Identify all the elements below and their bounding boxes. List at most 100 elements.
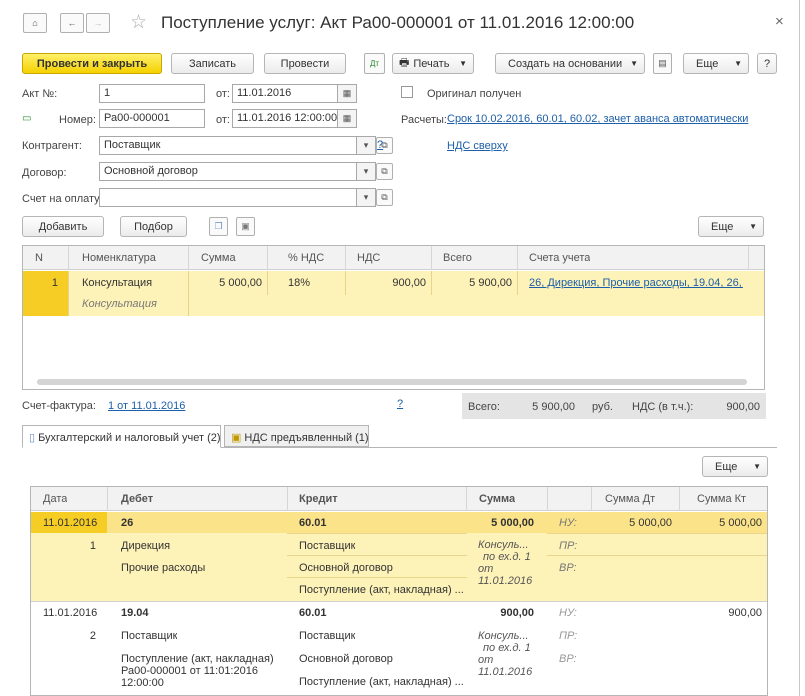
- col-header-sum: Сумма: [479, 493, 516, 505]
- entries-more-label: Еще: [715, 460, 738, 473]
- entry-kind-pr: ПР:: [559, 540, 578, 552]
- print-button[interactable]: 🖶 Печать ▼: [392, 53, 474, 74]
- tax-invoice-link[interactable]: 1 от 11.01.2016: [108, 400, 185, 412]
- goods-more-button[interactable]: Еще ▼: [698, 216, 764, 237]
- entry-sum: 900,00: [500, 607, 534, 619]
- col-header-credit: Кредит: [299, 493, 338, 505]
- select-button[interactable]: Подбор: [120, 216, 187, 237]
- post-button[interactable]: Провести: [264, 53, 346, 74]
- row-item-content: Консультация: [82, 298, 157, 310]
- counterparty-label: Контрагент:: [22, 140, 82, 152]
- payments-link[interactable]: Срок 10.02.2016, 60.01, 60.02, зачет ава…: [447, 113, 748, 125]
- dropdown-arrow-icon[interactable]: ▾: [357, 188, 376, 207]
- save-button[interactable]: Записать: [171, 53, 254, 74]
- forward-button[interactable]: →: [86, 13, 110, 33]
- home-icon: ⌂: [32, 18, 38, 28]
- doc-date-field[interactable]: 11.01.2016 12:00:00: [232, 109, 338, 128]
- row-number: 1: [51, 277, 58, 289]
- col-header-accounts: Счета учета: [529, 252, 591, 264]
- col-header-sum-kt: Сумма Кт: [697, 493, 747, 505]
- entry-sum-dt: 5 000,00: [629, 517, 672, 529]
- tab-vat-presented[interactable]: ▣ НДС предъявленный (1): [224, 425, 369, 447]
- invoice-for-payment-field[interactable]: [99, 188, 357, 207]
- open-link-icon[interactable]: ⧉: [376, 189, 393, 206]
- entry-debit-subconto2: Прочие расходы: [121, 562, 206, 574]
- favorite-star-icon[interactable]: ☆: [130, 11, 147, 34]
- post-and-close-button[interactable]: Провести и закрыть: [22, 53, 162, 74]
- entries-more-button[interactable]: Еще ▼: [702, 456, 768, 477]
- entry-number: 1: [89, 540, 96, 552]
- window-title: Поступление услуг: Акт Ра00-000001 от 11…: [161, 13, 635, 32]
- vat-included-label: НДС (в т.ч.):: [632, 401, 694, 413]
- act-number-field[interactable]: 1: [99, 84, 205, 103]
- table-row[interactable]: 11.01.2016 2 19.04 Поставщик Поступление…: [31, 601, 767, 695]
- entry-debit-subconto2: Поступление (акт, накладная): [121, 653, 274, 665]
- entry-content-3: от: [478, 654, 494, 666]
- vat-on-top-link[interactable]: НДС сверху: [447, 140, 508, 152]
- contract-label: Договор:: [22, 167, 67, 179]
- table-row[interactable]: 11.01.2016 1 26 Дирекция Прочие расходы …: [31, 512, 767, 601]
- entry-credit-subconto2: Основной договор: [299, 562, 393, 574]
- entry-credit-subconto3: Поступление (акт, накладная) ...: [299, 676, 464, 688]
- original-received-label: Оригинал получен: [427, 88, 522, 100]
- original-received-checkbox[interactable]: [401, 86, 413, 98]
- calendar-icon[interactable]: ▦: [338, 84, 357, 103]
- entry-sum: 5 000,00: [491, 517, 534, 529]
- close-icon[interactable]: ×: [775, 13, 784, 30]
- more-button[interactable]: Еще ▼: [683, 53, 749, 74]
- counterparty-field[interactable]: Поставщик: [99, 136, 357, 155]
- entry-debit-subconto1: Поставщик: [121, 630, 178, 642]
- printer-icon: 🖶: [399, 57, 410, 69]
- add-row-button[interactable]: Добавить: [22, 216, 104, 237]
- entries-table: Дата Дебет Кредит Сумма Сумма Дт Сумма К…: [30, 486, 768, 696]
- entry-content-1: Консуль...: [478, 539, 529, 551]
- tab-accounting[interactable]: ▯ Бухгалтерский и налоговый учет (2): [22, 425, 221, 448]
- counterparty-help-link[interactable]: ?: [377, 139, 383, 151]
- vat-icon: ▣: [231, 432, 242, 444]
- number-label: Номер:: [59, 114, 96, 126]
- entry-credit-subconto1: Поставщик: [299, 540, 356, 552]
- tab-accounting-label: Бухгалтерский и налоговый учет (2): [38, 432, 221, 444]
- act-number-label: Акт №:: [22, 88, 58, 100]
- contract-field[interactable]: Основной договор: [99, 162, 357, 181]
- col-header-vat-rate: % НДС: [288, 252, 325, 264]
- dropdown-arrow-icon[interactable]: ▾: [357, 162, 376, 181]
- paste-icon[interactable]: ▣: [236, 217, 255, 236]
- row-sum: 5 000,00: [219, 277, 262, 289]
- home-button[interactable]: ⌂: [23, 13, 47, 33]
- row-accounts-link[interactable]: 26, Дирекция, Прочие расходы, 19.04, 26,…: [529, 277, 743, 289]
- table-row[interactable]: 1 Консультация Консультация 5 000,00 18%…: [23, 271, 764, 316]
- more-label: Еще: [696, 57, 719, 70]
- dt-kt-icon[interactable]: Дт: [364, 53, 385, 74]
- calendar-icon[interactable]: ▦: [338, 109, 357, 128]
- col-header-sum: Сумма: [201, 252, 236, 264]
- act-date-field[interactable]: 11.01.2016: [232, 84, 338, 103]
- entry-credit-subconto2: Основной договор: [299, 653, 393, 665]
- print-label: Печать: [413, 57, 450, 70]
- entry-content-3: от: [478, 563, 494, 575]
- report-icon[interactable]: ▤: [653, 53, 672, 74]
- back-button[interactable]: ←: [60, 13, 84, 33]
- copy-icon[interactable]: ❐: [209, 217, 228, 236]
- back-arrow-icon: ←: [67, 18, 77, 28]
- goods-table: N Номенклатура Сумма % НДС НДС Всего Сче…: [22, 245, 765, 390]
- number-field[interactable]: Ра00-000001: [99, 109, 205, 128]
- entry-debit-subconto3: Ра00-000001 от 11:01:2016: [121, 665, 258, 677]
- help-button[interactable]: ?: [757, 53, 777, 74]
- row-total: 5 900,00: [469, 277, 512, 289]
- horizontal-scrollbar[interactable]: [37, 379, 747, 385]
- entry-content-2: по ех.д. 1: [483, 642, 531, 654]
- row-vat-rate: 18%: [288, 277, 311, 289]
- col-header-vat: НДС: [357, 252, 381, 264]
- entry-kind-vr: ВР:: [559, 562, 577, 574]
- goods-more-label: Еще: [711, 220, 734, 233]
- create-based-button[interactable]: Создать на основании ▼: [495, 53, 645, 74]
- tax-invoice-help-link[interactable]: ?: [397, 398, 403, 410]
- dropdown-arrow-icon[interactable]: ▾: [357, 136, 376, 155]
- col-header-total: Всего: [443, 252, 472, 264]
- entry-kind-nu: НУ:: [559, 517, 577, 529]
- entry-kind-vr: ВР:: [559, 653, 577, 665]
- col-header-debit: Дебет: [121, 493, 154, 505]
- open-link-icon[interactable]: ⧉: [376, 163, 393, 180]
- tax-invoice-label: Счет-фактура:: [22, 400, 96, 412]
